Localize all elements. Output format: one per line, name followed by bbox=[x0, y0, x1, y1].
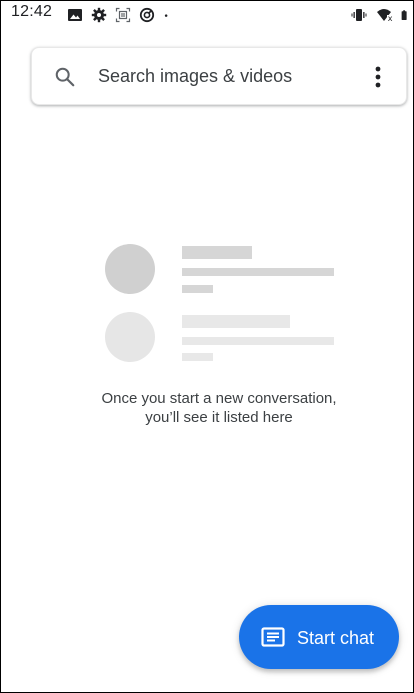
placeholder-avatar-1 bbox=[105, 244, 155, 294]
svg-text:x: x bbox=[388, 14, 393, 23]
search-input[interactable]: Search images & videos bbox=[98, 66, 292, 87]
more-options-button[interactable] bbox=[362, 61, 394, 93]
messages-screen: 12:42 x Search images & videos Once you … bbox=[0, 0, 414, 693]
status-bar: 12:42 x bbox=[1, 1, 413, 29]
placeholder-line bbox=[182, 337, 334, 345]
placeholder-line bbox=[182, 268, 334, 276]
vibrate-icon bbox=[351, 9, 367, 21]
message-icon bbox=[261, 627, 285, 647]
start-chat-button[interactable]: Start chat bbox=[239, 605, 399, 669]
data-saver-icon bbox=[139, 7, 155, 23]
status-icons-right: x bbox=[351, 4, 411, 26]
status-icons-left bbox=[67, 4, 173, 26]
placeholder-line bbox=[182, 353, 213, 361]
search-bar[interactable]: Search images & videos bbox=[31, 47, 407, 105]
screenshot-icon bbox=[115, 7, 131, 23]
empty-state-message: Once you start a new conversation, you’l… bbox=[1, 389, 413, 427]
gear-icon bbox=[91, 7, 107, 23]
placeholder-line bbox=[182, 285, 213, 293]
search-icon[interactable] bbox=[54, 66, 76, 88]
placeholder-line bbox=[182, 246, 252, 259]
empty-state-line-2: you’ll see it listed here bbox=[145, 409, 293, 426]
start-chat-label: Start chat bbox=[297, 628, 375, 648]
battery-icon bbox=[401, 10, 407, 20]
more-vertical-icon[interactable] bbox=[375, 66, 381, 88]
image-icon bbox=[68, 9, 82, 21]
dot-icon bbox=[164, 14, 168, 17]
placeholder-line bbox=[182, 315, 290, 328]
status-time: 12:42 bbox=[11, 3, 53, 20]
placeholder-avatar-2 bbox=[105, 312, 155, 362]
wifi-icon: x bbox=[377, 9, 393, 23]
empty-state-line-1: Once you start a new conversation, bbox=[101, 390, 337, 407]
